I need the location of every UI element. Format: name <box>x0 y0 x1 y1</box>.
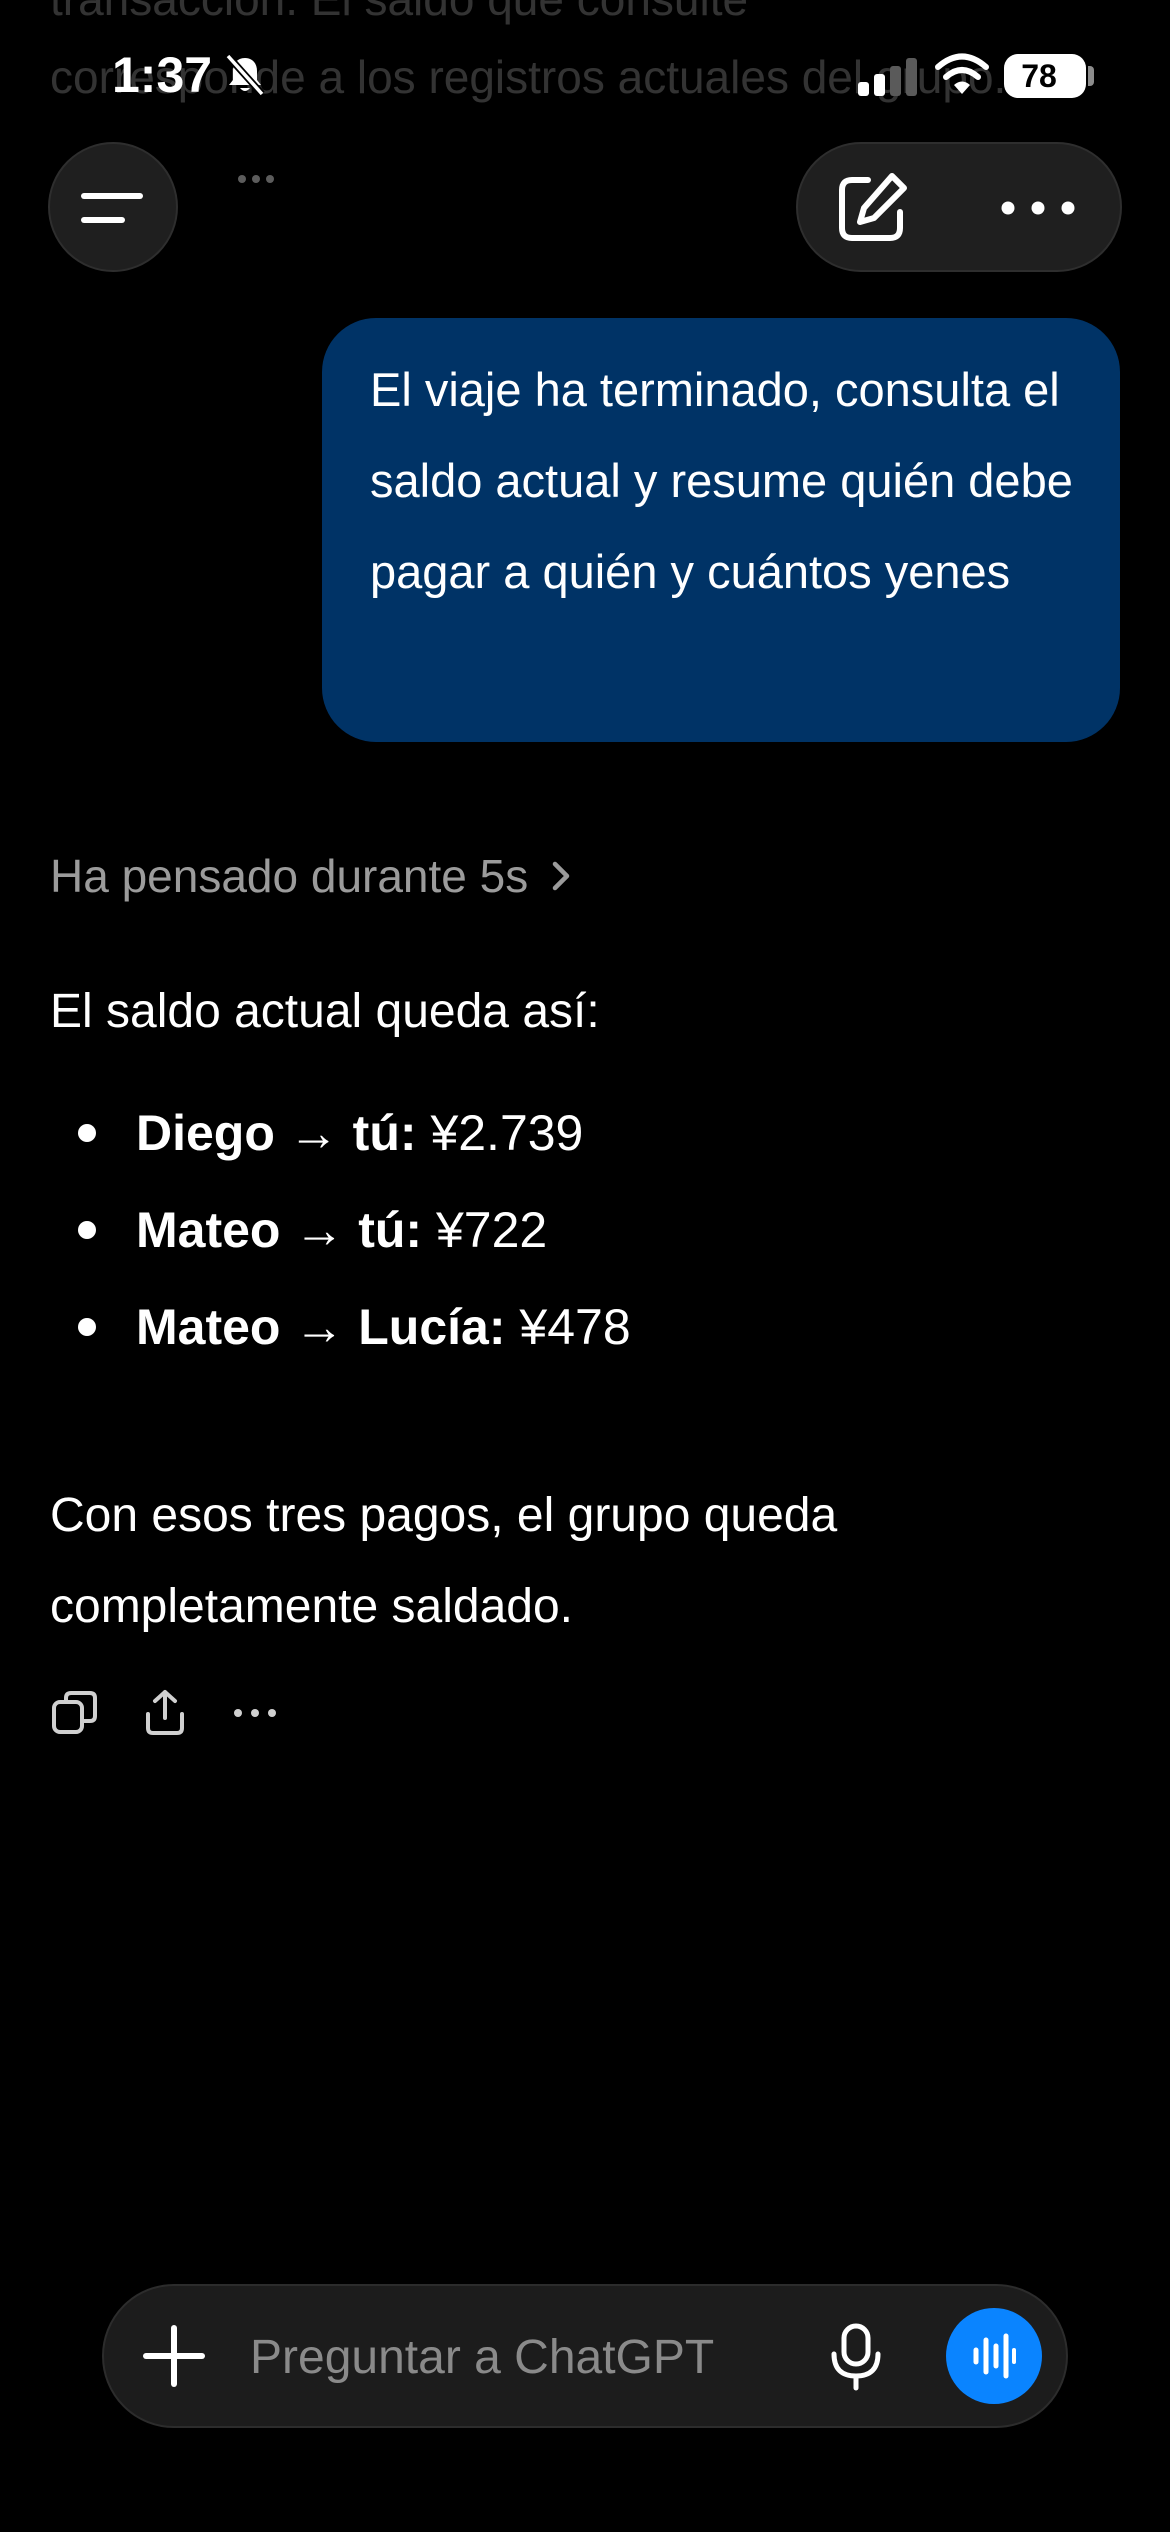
payment-amount: ¥722 <box>436 1202 548 1258</box>
payment-label: Mateo → tú: <box>136 1202 423 1258</box>
list-item: Mateo → tú: ¥722 <box>50 1195 1110 1292</box>
battery-tip <box>1088 66 1094 86</box>
chevron-right-icon <box>553 861 570 891</box>
payment-label: Mateo → Lucía: <box>136 1299 506 1355</box>
copy-button[interactable] <box>50 1688 100 1738</box>
assistant-conclusion-text: Con esos tres pagos, el grupo queda comp… <box>50 1489 838 1633</box>
user-message-text: El viaje ha terminado, consulta el saldo… <box>370 363 1073 598</box>
cellular-signal-icon <box>858 58 917 96</box>
microphone-icon <box>831 2323 881 2391</box>
battery-level: 78 <box>1021 58 1057 94</box>
wifi-icon <box>935 53 989 94</box>
list-item: Mateo → Lucía: ¥478 <box>50 1292 1110 1389</box>
menu-icon <box>81 193 143 223</box>
message-composer <box>102 2284 1068 2428</box>
more-dots-icon <box>234 1709 276 1717</box>
battery-indicator: 78 <box>1004 54 1086 98</box>
settlement-list: Diego → tú: ¥2.739 Mateo → tú: ¥722 Mate… <box>50 1098 1110 1389</box>
faded-previous-text-line-1: transacción. El saldo que consulte <box>50 0 748 26</box>
user-message-bubble: El viaje ha terminado, consulta el saldo… <box>322 318 1120 742</box>
bullet-dot <box>78 1221 96 1239</box>
more-response-options-button[interactable] <box>230 1688 280 1738</box>
payment-label: Diego → tú: <box>136 1105 417 1161</box>
top-actions-pill <box>796 142 1122 272</box>
thinking-summary-toggle[interactable]: Ha pensado durante 5s <box>50 846 574 906</box>
message-input[interactable] <box>250 2320 850 2394</box>
sidebar-menu-button[interactable] <box>48 142 178 272</box>
more-dots-icon <box>1001 201 1075 215</box>
new-chat-edit-icon <box>839 173 907 241</box>
more-options-button[interactable] <box>994 164 1082 252</box>
status-time: 1:37 <box>112 47 213 103</box>
payment-amount: ¥2.739 <box>430 1105 584 1161</box>
bullet-dot <box>78 1318 96 1336</box>
bell-muted-icon <box>225 53 265 97</box>
list-item: Diego → tú: ¥2.739 <box>50 1098 1110 1195</box>
copy-icon <box>52 1691 97 1734</box>
dictation-button[interactable] <box>822 2322 890 2392</box>
faded-more-dots-icon <box>238 175 274 183</box>
new-chat-button[interactable] <box>828 164 916 252</box>
assistant-intro-text: El saldo actual queda así: <box>50 985 600 1038</box>
add-attachment-button[interactable] <box>140 2322 208 2390</box>
thinking-label: Ha pensado durante 5s <box>50 850 529 902</box>
plus-icon <box>143 2325 205 2387</box>
share-icon <box>146 1690 184 1735</box>
bullet-dot <box>78 1124 96 1142</box>
share-button[interactable] <box>140 1688 190 1738</box>
voice-mode-button[interactable] <box>946 2308 1042 2404</box>
voice-wave-icon <box>973 2333 1016 2379</box>
payment-amount: ¥478 <box>519 1299 631 1355</box>
